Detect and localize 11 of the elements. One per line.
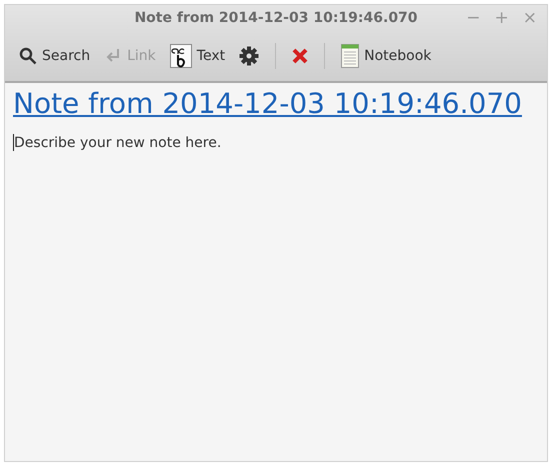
search-button[interactable]: Search (13, 43, 96, 69)
text-button[interactable]: Text (164, 40, 232, 72)
note-title-link[interactable]: Note from 2014-12-03 10:19:46.070 (13, 87, 522, 120)
search-icon (19, 47, 37, 65)
text-format-icon (170, 44, 192, 68)
gear-icon (239, 46, 260, 66)
note-body-text: Describe your new note here. (14, 134, 222, 150)
notepad-icon (341, 44, 360, 68)
delete-icon (292, 48, 308, 64)
window-title: Note from 2014-12-03 10:19:46.070 (134, 10, 418, 26)
notebook-button[interactable]: Notebook (335, 40, 438, 72)
